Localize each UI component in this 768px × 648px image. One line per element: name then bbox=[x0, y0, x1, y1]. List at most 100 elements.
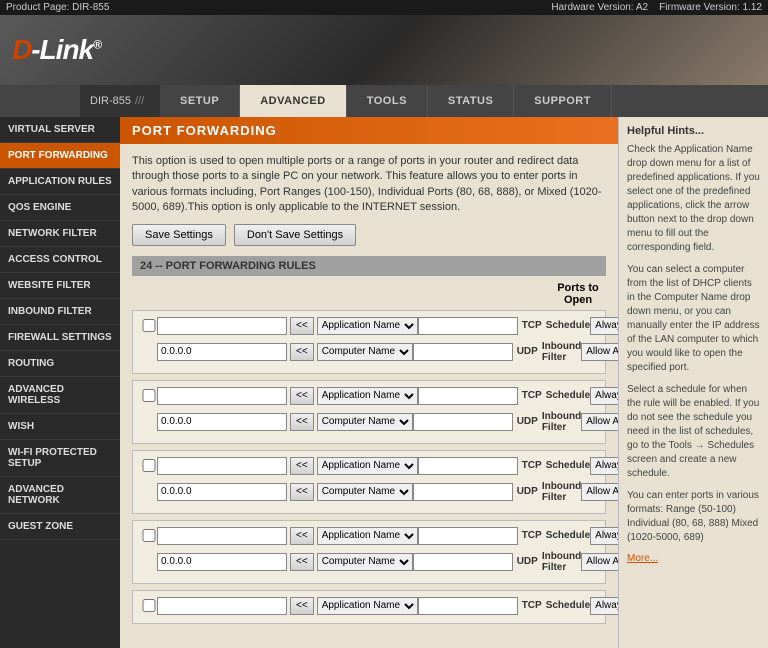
rule-5-name-input[interactable] bbox=[157, 597, 287, 615]
version-info: Hardware Version: A2 Firmware Version: 1… bbox=[551, 2, 762, 13]
rule-2-app-select[interactable]: Application Name bbox=[317, 387, 418, 405]
rule-2-tcp-input[interactable] bbox=[418, 387, 518, 405]
tcp-label-1: TCP bbox=[522, 320, 542, 331]
rule-1-tcp-input[interactable] bbox=[418, 317, 518, 335]
rule-2-schedule-select[interactable]: Always bbox=[590, 387, 618, 405]
rule-3-tcp-input[interactable] bbox=[418, 457, 518, 475]
rule-4-inbound-select[interactable]: Allow All bbox=[581, 553, 618, 571]
hints-para-3: Select a schedule for when the rule will… bbox=[627, 383, 760, 481]
rule-1-inbound-select[interactable]: Allow All bbox=[581, 343, 618, 361]
sidebar-item-guest-zone[interactable]: GUEST ZONE bbox=[0, 514, 120, 540]
rule-1-checkbox[interactable] bbox=[141, 319, 157, 332]
sidebar-item-website-filter[interactable]: WEBSITE FILTER bbox=[0, 273, 120, 299]
tab-support[interactable]: SUPPORT bbox=[514, 85, 612, 117]
udp-label-2: UDP bbox=[517, 416, 538, 427]
udp-label-3: UDP bbox=[517, 486, 538, 497]
sidebar-item-application-rules[interactable]: APPLICATION RULES bbox=[0, 169, 120, 195]
tcp-label-2: TCP bbox=[522, 390, 542, 401]
schedule-label-1: Schedule bbox=[546, 320, 590, 331]
sidebar-item-wish[interactable]: WISH bbox=[0, 414, 120, 440]
hints-para-1: Check the Application Name drop down men… bbox=[627, 143, 760, 255]
rule-4-name-input[interactable] bbox=[157, 527, 287, 545]
schedule-label-3: Schedule bbox=[546, 460, 590, 471]
logo: D-Link® bbox=[12, 34, 101, 66]
rule-4-checkbox[interactable] bbox=[141, 529, 157, 542]
rule-2-arrow-btn[interactable]: << bbox=[290, 387, 314, 405]
rule-4-comp-arrow-btn[interactable]: << bbox=[290, 553, 314, 571]
sidebar-item-wifi-protected[interactable]: WI-FI PROTECTED SETUP bbox=[0, 440, 120, 477]
sidebar-item-qos-engine[interactable]: QOS ENGINE bbox=[0, 195, 120, 221]
rule-row-1: << Application Name TCP Schedule Always … bbox=[132, 310, 606, 374]
rule-5-checkbox[interactable] bbox=[141, 599, 157, 612]
inbound-label-3: Inbound Filter bbox=[542, 481, 581, 503]
rule-5-schedule-select[interactable]: Always bbox=[590, 597, 618, 615]
rule-3-udp-input[interactable] bbox=[413, 483, 513, 501]
tcp-label-5: TCP bbox=[522, 600, 542, 611]
rule-1-schedule-select[interactable]: Always bbox=[590, 317, 618, 335]
rule-4-udp-input[interactable] bbox=[413, 553, 513, 571]
rule-3-schedule-select[interactable]: Always bbox=[590, 457, 618, 475]
rule-4-app-select[interactable]: Application Name bbox=[317, 527, 418, 545]
rule-3-name-input[interactable] bbox=[157, 457, 287, 475]
rule-5-tcp-input[interactable] bbox=[418, 597, 518, 615]
tab-status[interactable]: STATUS bbox=[428, 85, 514, 117]
rule-3-ip-input[interactable] bbox=[157, 483, 287, 501]
sidebar-item-routing[interactable]: ROUTING bbox=[0, 351, 120, 377]
sidebar-item-advanced-wireless[interactable]: ADVANCED WIRELESS bbox=[0, 377, 120, 414]
inbound-label-4: Inbound Filter bbox=[542, 551, 581, 573]
rule-1-comp-arrow-btn[interactable]: << bbox=[290, 343, 314, 361]
udp-label-1: UDP bbox=[517, 346, 538, 357]
rule-2-udp-input[interactable] bbox=[413, 413, 513, 431]
rule-5-app-select[interactable]: Application Name bbox=[317, 597, 418, 615]
inbound-label-1: Inbound Filter bbox=[542, 341, 581, 363]
rules-header: 24 -- PORT FORWARDING RULES bbox=[132, 256, 606, 276]
schedule-label-2: Schedule bbox=[546, 390, 590, 401]
rule-1-ip-input[interactable] bbox=[157, 343, 287, 361]
sidebar-item-port-forwarding[interactable]: PORT FORWARDING bbox=[0, 143, 120, 169]
rule-2-ip-input[interactable] bbox=[157, 413, 287, 431]
rule-4-arrow-btn[interactable]: << bbox=[290, 527, 314, 545]
rule-3-app-select[interactable]: Application Name bbox=[317, 457, 418, 475]
rule-1-udp-input[interactable] bbox=[413, 343, 513, 361]
tab-setup[interactable]: SETUP bbox=[160, 85, 240, 117]
hints-para-4: You can enter ports in various formats: … bbox=[627, 489, 760, 545]
rule-2-comp-select[interactable]: Computer Name bbox=[317, 413, 413, 431]
sidebar-item-virtual-server[interactable]: VIRTUAL SERVER bbox=[0, 117, 120, 143]
rule-2-inbound-select[interactable]: Allow All bbox=[581, 413, 618, 431]
rule-3-comp-select[interactable]: Computer Name bbox=[317, 483, 413, 501]
rule-3-comp-arrow-btn[interactable]: << bbox=[290, 483, 314, 501]
sidebar-item-advanced-network[interactable]: ADVANCED NETWORK bbox=[0, 477, 120, 514]
rule-1-name-input[interactable] bbox=[157, 317, 287, 335]
sidebar-item-access-control[interactable]: ACCESS CONTROL bbox=[0, 247, 120, 273]
rule-4-schedule-select[interactable]: Always bbox=[590, 527, 618, 545]
product-info: Product Page: DIR-855 bbox=[6, 2, 109, 13]
ports-to-open-label: Ports to Open bbox=[550, 282, 606, 306]
rule-2-comp-arrow-btn[interactable]: << bbox=[290, 413, 314, 431]
rule-1-comp-select[interactable]: Computer Name bbox=[317, 343, 413, 361]
rule-4-tcp-input[interactable] bbox=[418, 527, 518, 545]
rule-3-arrow-btn[interactable]: << bbox=[290, 457, 314, 475]
tab-advanced[interactable]: ADVANCED bbox=[240, 85, 347, 117]
rule-4-comp-select[interactable]: Computer Name bbox=[317, 553, 413, 571]
rule-1-arrow-btn[interactable]: << bbox=[290, 317, 314, 335]
breadcrumb: DIR-855 /// bbox=[80, 85, 160, 117]
dont-save-settings-button[interactable]: Don't Save Settings bbox=[234, 224, 356, 246]
save-settings-button[interactable]: Save Settings bbox=[132, 224, 226, 246]
rule-3-inbound-select[interactable]: Allow All bbox=[581, 483, 618, 501]
rule-5-arrow-btn[interactable]: << bbox=[290, 597, 314, 615]
description-text: This option is used to open multiple por… bbox=[132, 154, 606, 216]
rule-4-ip-input[interactable] bbox=[157, 553, 287, 571]
udp-label-4: UDP bbox=[517, 556, 538, 567]
tab-tools[interactable]: TOOLS bbox=[347, 85, 428, 117]
sidebar-item-firewall-settings[interactable]: FIREWALL SETTINGS bbox=[0, 325, 120, 351]
rule-1-app-select[interactable]: Application Name bbox=[317, 317, 418, 335]
page-title: PORT FORWARDING bbox=[120, 117, 618, 144]
sidebar-item-network-filter[interactable]: NETWORK FILTER bbox=[0, 221, 120, 247]
schedule-label-5: Schedule bbox=[546, 600, 590, 611]
more-link[interactable]: More... bbox=[627, 553, 658, 564]
rule-2-checkbox[interactable] bbox=[141, 389, 157, 402]
rule-2-name-input[interactable] bbox=[157, 387, 287, 405]
rule-row-2: << Application Name TCP Schedule Always … bbox=[132, 380, 606, 444]
sidebar-item-inbound-filter[interactable]: INBOUND FILTER bbox=[0, 299, 120, 325]
rule-3-checkbox[interactable] bbox=[141, 459, 157, 472]
